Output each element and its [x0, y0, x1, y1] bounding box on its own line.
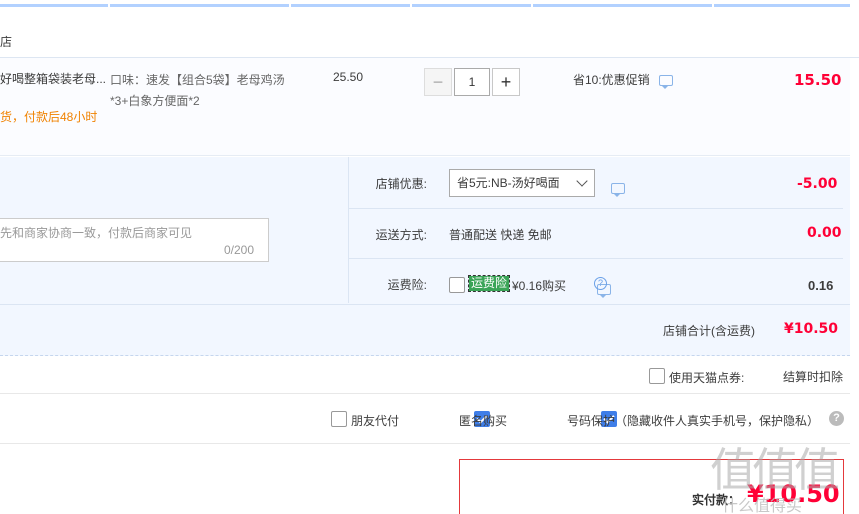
item-subtotal: 15.50	[794, 71, 842, 89]
chat-bubble-icon[interactable]	[611, 183, 625, 197]
header-segment	[0, 4, 108, 7]
insurance-value: 0.16	[808, 278, 834, 293]
insurance-checkbox[interactable]	[449, 277, 465, 293]
number-protect-label: 号码保护（隐藏收件人真实手机号，保护隐私）	[567, 414, 820, 428]
insurance-price: ¥0.16购买	[512, 279, 567, 293]
message-char-count: 0/200	[224, 243, 255, 257]
promotion-text: 省10:优惠促销	[573, 73, 650, 87]
divider	[349, 208, 843, 209]
message-placeholder: 先和商家协商一致，付款后商家可见	[0, 226, 193, 240]
item-promotion: 省10:优惠促销	[573, 71, 674, 89]
quantity-increase-button[interactable]: +	[492, 68, 520, 96]
shipping-note: 货，付款后48小时	[0, 110, 98, 124]
shipping-fee: 0.00	[807, 225, 842, 241]
coupon-checkbox[interactable]	[649, 368, 665, 384]
question-circle-icon[interactable]: ?	[829, 411, 844, 426]
shop-discount-value: -5.00	[797, 176, 838, 192]
chevron-down-icon	[576, 175, 588, 187]
watermark-logo: 值值值	[710, 443, 840, 497]
friend-pay-checkbox[interactable]	[331, 411, 347, 427]
shop-name[interactable]: 店	[0, 33, 12, 50]
question-circle-icon[interactable]: ?	[594, 277, 607, 290]
header-segment	[412, 4, 531, 7]
shop-row	[0, 26, 859, 58]
coupon-label: 使用天猫点券:	[669, 371, 745, 385]
shipping-label: 运送方式:	[375, 228, 427, 242]
sku-line: 口味：速发【组合5袋】老母鸡汤	[110, 73, 285, 87]
divider	[0, 393, 850, 394]
item-title-link[interactable]: 好喝整箱袋装老母...	[0, 70, 106, 87]
coupon-value: 结算时扣除	[783, 370, 844, 384]
shop-discount-label: 店铺优惠:	[375, 177, 427, 191]
watermark-text: 什么值得买	[722, 498, 803, 514]
item-sku: 口味：速发【组合5袋】老母鸡汤 *3+白象方便面*2	[110, 70, 295, 112]
select-value: 省5元:NB-汤好喝面	[457, 176, 560, 190]
divider	[349, 258, 843, 259]
chat-bubble-icon[interactable]	[659, 75, 674, 89]
quantity-stepper: − 1 +	[424, 68, 520, 96]
header-segment	[714, 4, 850, 7]
shop-discount-select[interactable]: 省5元:NB-汤好喝面	[449, 169, 595, 197]
anonymous-label: 匿名购买	[459, 414, 508, 428]
sku-line: *3+白象方便面*2	[110, 94, 200, 108]
shop-total-value: ¥10.50	[784, 321, 839, 337]
unit-price: 25.50	[333, 70, 364, 84]
header-segment	[533, 4, 712, 7]
header-segment	[291, 4, 410, 7]
shop-total-label: 店铺合计(含运费)	[663, 324, 755, 338]
shipping-method: 普通配送 快递 免邮	[449, 228, 552, 242]
quantity-decrease-button[interactable]: −	[424, 68, 452, 96]
table-header-stripe	[0, 0, 859, 7]
header-segment	[110, 4, 289, 7]
friend-pay-label: 朋友代付	[351, 414, 400, 428]
quantity-input[interactable]: 1	[454, 68, 490, 96]
insurance-tag: 运费险	[467, 275, 511, 292]
insurance-label: 运费险:	[387, 278, 427, 292]
